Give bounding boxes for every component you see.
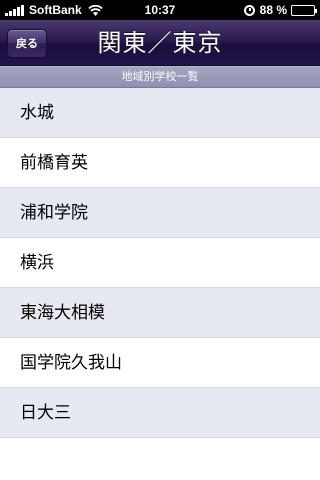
status-bar: SoftBank 10:37 88 % — [0, 0, 320, 20]
status-right: 88 % — [243, 3, 317, 17]
list-item[interactable]: 前橋育英 — [0, 138, 320, 188]
section-header: 地域別学校一覧 — [0, 66, 320, 88]
battery-percent: 88 % — [259, 3, 287, 17]
alarm-clock-icon — [243, 4, 255, 16]
page-title: 関東／東京 — [97, 29, 223, 57]
list-item[interactable]: 水城 — [0, 88, 320, 138]
navigation-bar: 戻る 関東／東京 — [0, 20, 320, 66]
list-item[interactable]: 浦和学院 — [0, 188, 320, 238]
list-item[interactable]: 日大三 — [0, 388, 320, 438]
list-item[interactable]: 国学院久我山 — [0, 338, 320, 388]
school-list: 水城 前橋育英 浦和学院 横浜 東海大相模 国学院久我山 日大三 — [0, 88, 320, 438]
battery-icon — [291, 4, 317, 16]
list-item[interactable]: 横浜 — [0, 238, 320, 288]
list-item[interactable]: 東海大相模 — [0, 288, 320, 338]
back-button[interactable]: 戻る — [7, 29, 47, 58]
